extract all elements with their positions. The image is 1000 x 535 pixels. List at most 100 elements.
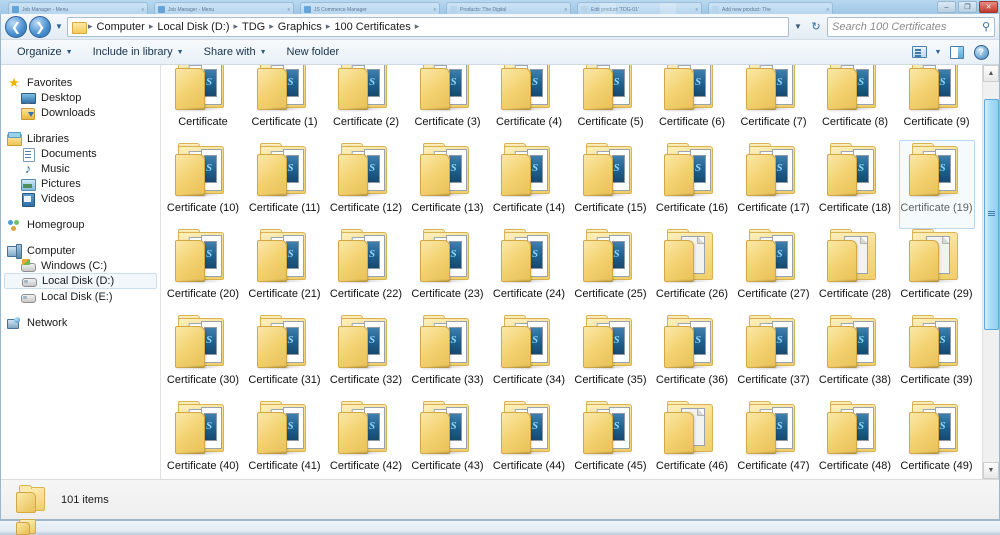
folder-item[interactable]: SSCertificate (24) <box>489 229 569 313</box>
folder-item[interactable]: S Certificate (27) <box>734 229 814 313</box>
folder-item[interactable]: SSCertificate (22) <box>326 229 406 313</box>
view-caret-icon[interactable]: ▼ <box>931 42 945 62</box>
folder-item[interactable]: SSCertificate (49) <box>897 401 977 479</box>
sidebar-item-documents[interactable]: Documents <box>1 146 160 162</box>
command-share-with[interactable]: Share with ▼ <box>194 42 277 63</box>
breadcrumb-segment[interactable]: Computer <box>95 21 147 33</box>
folder-item[interactable]: SSCertificate (9) <box>897 65 977 141</box>
sidebar-item-local-disk-e[interactable]: Local Disk (E:) <box>1 289 160 304</box>
folder-item[interactable]: SSCertificate (20) <box>163 229 243 313</box>
tab-close-icon[interactable]: x <box>827 7 830 13</box>
folder-item[interactable]: SSCertificate (8) <box>815 65 895 141</box>
tab-close-icon[interactable]: x <box>565 7 568 13</box>
folder-item[interactable]: SSCertificate <box>163 65 243 141</box>
file-list-pane[interactable]: SSCertificateSSCertificate (1)SSCertific… <box>161 65 999 479</box>
history-dropdown-icon[interactable]: ▼ <box>53 22 65 31</box>
folder-item[interactable]: SSCertificate (34) <box>489 315 569 399</box>
refresh-icon[interactable]: ↻ <box>807 20 825 33</box>
folder-item[interactable]: SSCertificate (5) <box>571 65 651 141</box>
folder-item[interactable]: SSCertificate (17) <box>734 143 814 227</box>
help-icon[interactable]: ? <box>969 42 993 62</box>
forward-arrow-icon[interactable]: ❯ <box>29 15 51 38</box>
tab-close-icon[interactable]: x <box>696 7 699 13</box>
tab-close-icon[interactable]: x <box>288 7 291 13</box>
close-button[interactable]: ✕ <box>979 1 998 13</box>
folder-item[interactable]: SSCertificate (15) <box>571 143 651 227</box>
folder-item[interactable]: SSCertificate (37) <box>734 315 814 399</box>
scrollbar-thumb[interactable] <box>984 98 999 331</box>
folder-item[interactable]: SSCertificate (10) <box>163 143 243 227</box>
scroll-up-button[interactable]: ▲ <box>983 65 999 82</box>
folder-item[interactable]: SSCertificate (13) <box>408 143 488 227</box>
folder-item[interactable]: SSCertificate (7) <box>734 65 814 141</box>
folder-item[interactable]: SSCertificate (1) <box>245 65 325 141</box>
folder-item[interactable]: SSCertificate (38) <box>815 315 895 399</box>
folder-item[interactable]: SSCertificate (32) <box>326 315 406 399</box>
folder-item[interactable]: Certificate (46) <box>652 401 732 479</box>
folder-item[interactable]: SSCertificate (31) <box>245 315 325 399</box>
folder-item[interactable]: SSCertificate (6) <box>652 65 732 141</box>
folder-item[interactable]: Certificate (28) <box>815 229 895 313</box>
tab-close-icon[interactable]: x <box>434 7 437 13</box>
change-view-icon[interactable] <box>907 42 931 62</box>
breadcrumb-segment[interactable]: Local Disk (D:) <box>155 21 231 33</box>
folder-item[interactable]: SSCertificate (30) <box>163 315 243 399</box>
tab-close-icon[interactable]: x <box>142 7 145 13</box>
folder-item[interactable]: SSCertificate (47) <box>734 401 814 479</box>
folder-item[interactable]: Certificate (26) <box>652 229 732 313</box>
sidebar-item-pictures[interactable]: Pictures <box>1 176 160 191</box>
sidebar-group-homegroup[interactable]: Homegroup <box>1 217 160 232</box>
folder-item[interactable]: SSCertificate (21) <box>245 229 325 313</box>
breadcrumb[interactable]: ▸ Computer ▸ Local Disk (D:) ▸ TDG ▸ Graphics ▸ 1… <box>67 16 789 37</box>
sidebar-item-music[interactable]: ♪ Music <box>1 161 160 176</box>
search-input[interactable]: Search 100 Certificates ⚲ <box>827 16 995 37</box>
folder-item[interactable]: SSCertificate (36) <box>652 315 732 399</box>
breadcrumb-segment[interactable]: TDG <box>240 21 267 33</box>
sidebar-group-computer[interactable]: Computer <box>1 243 160 259</box>
scroll-down-button[interactable]: ▼ <box>983 462 999 479</box>
command-organize[interactable]: Organize ▼ <box>7 42 83 63</box>
folder-item[interactable]: SSCertificate (14) <box>489 143 569 227</box>
sidebar-group-favorites[interactable]: ★ Favorites <box>1 75 160 90</box>
sidebar-item-windows-c[interactable]: Windows (C:) <box>1 258 160 273</box>
folder-item[interactable]: SSCertificate (16) <box>652 143 732 227</box>
folder-item[interactable]: SSCertificate (41) <box>245 401 325 479</box>
folder-item[interactable]: SSCertificate (4) <box>489 65 569 141</box>
folder-item[interactable]: SSCertificate (35) <box>571 315 651 399</box>
sidebar-group-network[interactable]: Network <box>1 315 160 330</box>
breadcrumb-segment[interactable]: Graphics <box>276 21 324 33</box>
minimize-button[interactable]: – <box>937 1 956 13</box>
taskbar-folder-icon[interactable] <box>16 517 38 535</box>
breadcrumb-segment[interactable]: 100 Certificates <box>332 21 412 33</box>
command-include-in-library[interactable]: Include in library ▼ <box>83 42 194 63</box>
folder-item[interactable]: SSCertificate (42) <box>326 401 406 479</box>
folder-item[interactable]: SSCertificate (25) <box>571 229 651 313</box>
address-dropdown-icon[interactable]: ▼ <box>791 22 805 31</box>
folder-item[interactable]: SSCertificate (11) <box>245 143 325 227</box>
vertical-scrollbar[interactable]: ▲ ▼ <box>982 65 999 479</box>
folder-item[interactable]: Certificate (29) <box>897 229 977 313</box>
folder-item[interactable]: SSCertificate (18) <box>815 143 895 227</box>
taskbar[interactable] <box>0 517 1000 535</box>
back-arrow-icon[interactable]: ❮ <box>5 15 27 38</box>
folder-item[interactable]: S Certificate (19) <box>897 140 977 229</box>
folder-item[interactable]: SSCertificate (43) <box>408 401 488 479</box>
sidebar-group-libraries[interactable]: Libraries <box>1 131 160 146</box>
preview-pane-icon[interactable] <box>945 42 969 62</box>
folder-item[interactable]: SSCertificate (12) <box>326 143 406 227</box>
sidebar-item-videos[interactable]: Videos <box>1 191 160 207</box>
folder-item[interactable]: SSCertificate (44) <box>489 401 569 479</box>
folder-item[interactable]: SSCertificate (2) <box>326 65 406 141</box>
folder-item[interactable]: SSCertificate (3) <box>408 65 488 141</box>
folder-item[interactable]: SSCertificate (23) <box>408 229 488 313</box>
restore-button[interactable]: ❐ <box>958 1 977 13</box>
folder-item[interactable]: SSCertificate (45) <box>571 401 651 479</box>
sidebar-item-downloads[interactable]: Downloads <box>1 105 160 120</box>
folder-item[interactable]: SSCertificate (39) <box>897 315 977 399</box>
command-new-folder[interactable]: New folder <box>277 42 350 63</box>
folder-item[interactable]: SSCertificate (40) <box>163 401 243 479</box>
sidebar-item-desktop[interactable]: Desktop <box>1 90 160 105</box>
sidebar-item-local-disk-d[interactable]: Local Disk (D:) <box>4 273 157 289</box>
folder-item[interactable]: SSCertificate (33) <box>408 315 488 399</box>
folder-item[interactable]: SSCertificate (48) <box>815 401 895 479</box>
